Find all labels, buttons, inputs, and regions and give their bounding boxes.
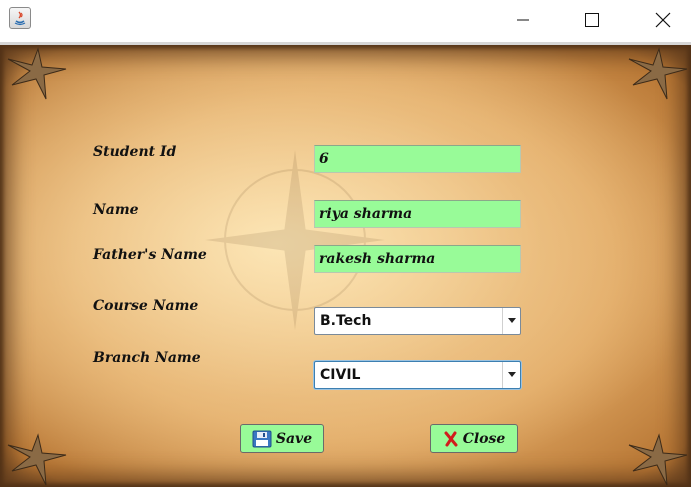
java-app-icon	[9, 7, 31, 29]
course-selected-value: B.Tech	[320, 313, 372, 329]
corner-star-icon	[7, 433, 67, 486]
branch-dropdown-arrow[interactable]	[502, 362, 520, 388]
branch-select[interactable]: CIVIL	[314, 361, 521, 389]
corner-star-icon	[628, 433, 688, 486]
name-label: Name	[93, 202, 139, 218]
save-button[interactable]: Save	[240, 424, 324, 453]
chevron-down-icon	[507, 372, 516, 377]
father-name-label: Father's Name	[93, 247, 207, 263]
name-field[interactable]: riya sharma	[314, 200, 521, 228]
close-window-button[interactable]	[640, 0, 686, 40]
branch-name-label: Branch Name	[93, 350, 201, 366]
save-button-label: Save	[275, 430, 313, 447]
maximize-button[interactable]	[569, 0, 615, 40]
father-name-field[interactable]: rakesh sharma	[314, 245, 521, 273]
corner-star-icon	[628, 47, 688, 100]
close-icon	[655, 12, 671, 28]
chevron-down-icon	[507, 318, 516, 323]
close-button[interactable]: Close	[430, 424, 518, 453]
minimize-button[interactable]	[500, 0, 546, 40]
student-id-field[interactable]: 6	[314, 145, 521, 173]
branch-selected-value: CIVIL	[320, 367, 361, 383]
course-dropdown-arrow[interactable]	[502, 308, 520, 334]
minimize-icon	[517, 19, 529, 21]
student-id-label: Student Id	[93, 144, 177, 160]
floppy-disk-icon	[252, 430, 272, 447]
maximize-icon	[585, 13, 599, 27]
red-x-icon	[444, 431, 458, 446]
corner-star-icon	[7, 47, 67, 100]
course-select[interactable]: B.Tech	[314, 307, 521, 335]
course-name-label: Course Name	[93, 298, 199, 314]
title-bar	[0, 0, 691, 42]
close-button-label: Close	[462, 430, 506, 447]
